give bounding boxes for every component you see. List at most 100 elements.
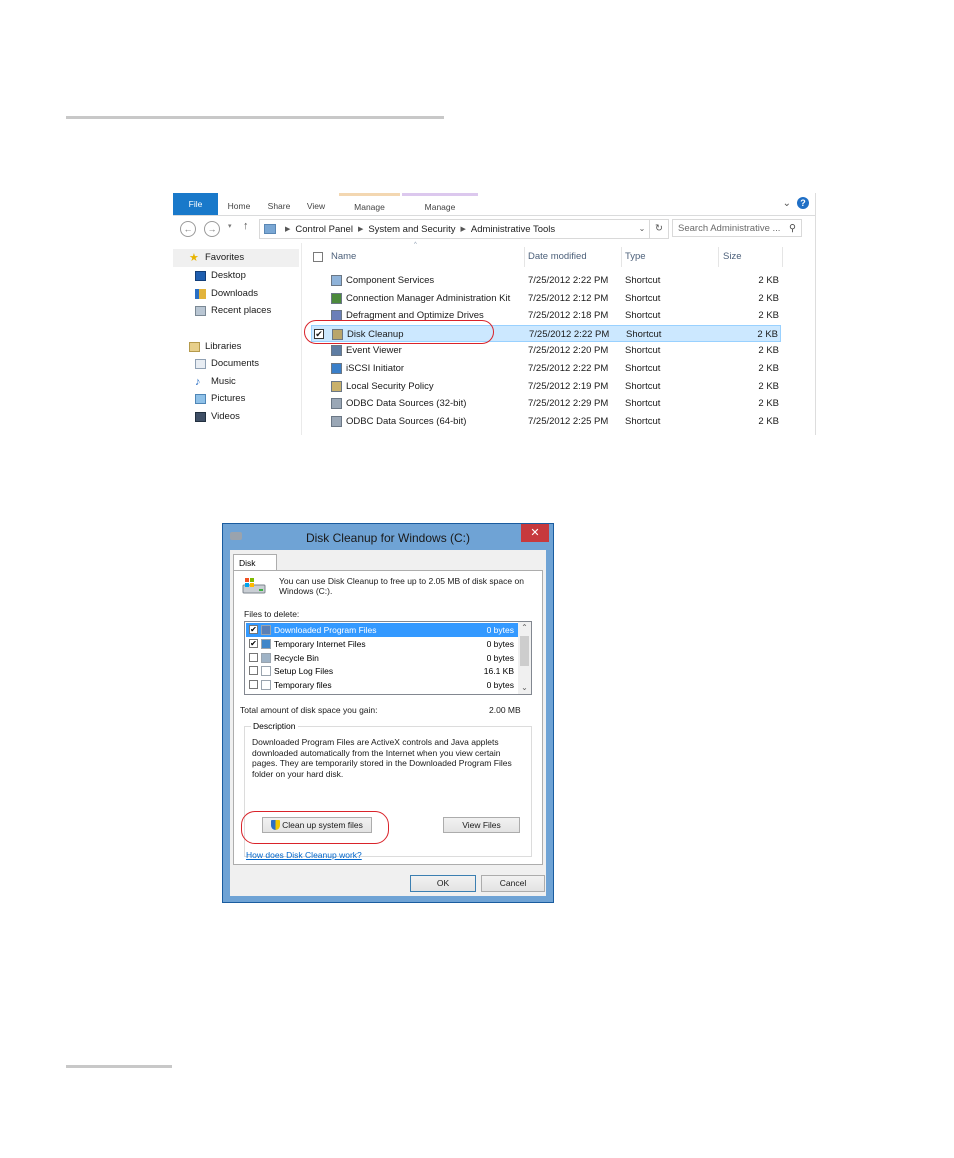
help-icon[interactable]: ? [797, 197, 809, 209]
cell-date: 7/25/2012 2:18 PM [528, 310, 609, 322]
file-category-name: Recycle Bin [274, 652, 319, 663]
file-checkbox[interactable] [249, 652, 258, 662]
file-row[interactable]: Component Services 7/25/2012 2:22 PM Short… [311, 272, 781, 289]
column-header-type[interactable]: Type [625, 249, 646, 265]
column-header-date[interactable]: Date modified [528, 249, 587, 265]
cell-date: 7/25/2012 2:29 PM [528, 398, 609, 410]
ok-button[interactable]: OK [410, 875, 476, 892]
close-button[interactable]: ✕ [521, 524, 549, 542]
tab-share[interactable]: Share [261, 193, 297, 215]
nav-downloads[interactable]: Downloads [195, 286, 258, 302]
cleanup-file-row[interactable]: Temporary files 0 bytes [246, 678, 518, 692]
tab-home[interactable]: Home [221, 193, 257, 215]
cell-size: 2 KB [758, 398, 779, 410]
tab-file[interactable]: File [173, 193, 218, 215]
chevron-down-icon[interactable]: ⌄ [783, 198, 791, 209]
nav-desktop[interactable]: Desktop [195, 268, 246, 284]
back-button[interactable]: ← [180, 221, 196, 237]
refresh-icon[interactable]: ↻ [649, 220, 668, 238]
file-row[interactable]: Connection Manager Administration Kit 7/2… [311, 290, 781, 307]
nav-label: Recent places [211, 305, 272, 316]
cancel-button[interactable]: Cancel [481, 875, 545, 892]
explorer-window: File Home Share View Manage Manage ⌄ ? ←… [173, 193, 816, 435]
cell-date: 7/25/2012 2:20 PM [528, 345, 609, 357]
breadcrumb-admin-tools[interactable]: Administrative Tools [471, 224, 555, 235]
cell-name: Component Services [346, 275, 435, 286]
file-category-name: Temporary files [274, 680, 332, 691]
address-bar-row: ← → ▾ ↑ ▶ Control Panel ▶ System and Sec… [173, 216, 815, 242]
address-dropdown-icon[interactable]: ⌄ [636, 220, 648, 238]
cell-type: Shortcut [625, 345, 661, 357]
file-category-name: Downloaded Program Files [274, 625, 377, 635]
nav-recent-places[interactable]: Recent places [195, 303, 271, 319]
file-type-icon [261, 625, 271, 635]
cell-type: Shortcut [625, 310, 661, 322]
recent-locations-icon[interactable]: ▾ [228, 222, 232, 230]
nav-documents[interactable]: Documents [195, 356, 259, 372]
intro-text: You can use Disk Cleanup to free up to 2… [279, 576, 524, 596]
tab-manage-shortcut[interactable]: Manage [339, 193, 400, 218]
file-type-icon [261, 638, 271, 649]
nav-label: Music [211, 376, 236, 387]
vertical-scrollbar[interactable]: ⌃ ⌄ [518, 622, 531, 694]
file-category-name: Temporary Internet Files [274, 638, 366, 649]
file-row[interactable]: Event Viewer 7/25/2012 2:20 PM Shortcut 2 K… [311, 342, 781, 359]
cell-type: Shortcut [625, 292, 661, 304]
cleanup-file-row[interactable]: ✔ Temporary Internet Files 0 bytes [246, 637, 518, 651]
scroll-thumb[interactable] [520, 636, 529, 666]
cell-date: 7/25/2012 2:22 PM [528, 275, 609, 286]
cell-size: 2 KB [758, 363, 779, 374]
tab-manage-app[interactable]: Manage [402, 193, 478, 218]
shortcut-icon [331, 380, 342, 392]
how-does-disk-cleanup-work-link[interactable]: How does Disk Cleanup work? [246, 850, 362, 860]
column-header-size[interactable]: Size [723, 249, 741, 265]
nav-videos[interactable]: Videos [195, 409, 240, 425]
file-checkbox[interactable] [249, 680, 258, 690]
files-to-delete-list[interactable]: ✔ Downloaded Program Files 0 bytes ✔ Tempora… [244, 621, 532, 695]
select-all-checkbox[interactable] [313, 252, 323, 262]
forward-button[interactable]: → [204, 221, 220, 237]
total-value: 2.00 MB [489, 705, 521, 715]
disk-cleanup-dialog: Disk Cleanup for Windows (C:) ✕ Disk Cle… [222, 523, 554, 903]
cleanup-file-row[interactable]: Recycle Bin 0 bytes [246, 651, 518, 665]
cleanup-highlight-oval [241, 811, 389, 844]
recent-places-icon [195, 306, 206, 316]
view-files-button[interactable]: View Files [443, 817, 520, 833]
nav-libraries[interactable]: Libraries [189, 339, 241, 355]
cleanup-file-row[interactable]: Setup Log Files 16.1 KB [246, 664, 518, 678]
nav-label: Downloads [211, 288, 258, 299]
sort-indicator-icon: ^ [414, 242, 417, 248]
file-checkbox[interactable]: ✔ [249, 625, 258, 634]
control-panel-icon [264, 224, 276, 234]
search-input[interactable]: Search Administrative ... ⚲ [672, 219, 802, 237]
nav-label: Favorites [205, 252, 245, 263]
scroll-up-icon[interactable]: ⌃ [518, 622, 531, 634]
file-row[interactable]: iSCSI Initiator 7/25/2012 2:22 PM Shortcut… [311, 360, 781, 377]
description-label: Description [251, 721, 298, 731]
cell-name: Local Security Policy [346, 380, 434, 392]
scroll-down-icon[interactable]: ⌄ [518, 682, 531, 694]
up-button[interactable]: ↑ [243, 220, 249, 232]
cell-size: 2 KB [758, 345, 779, 357]
breadcrumb-system-security[interactable]: System and Security [368, 224, 455, 235]
cleanup-file-row[interactable]: ✔ Downloaded Program Files 0 bytes [246, 623, 518, 637]
file-row[interactable]: Local Security Policy 7/25/2012 2:19 PM Sh… [311, 378, 781, 395]
column-divider [782, 247, 783, 267]
file-checkbox[interactable]: ✔ [249, 638, 258, 648]
nav-favorites[interactable]: ★ Favorites [189, 250, 244, 266]
address-bar[interactable]: ▶ Control Panel ▶ System and Security ▶ … [259, 219, 669, 239]
tab-view[interactable]: View [300, 193, 332, 215]
file-row[interactable]: ODBC Data Sources (64-bit) 7/25/2012 2:25… [311, 413, 781, 430]
shortcut-icon [331, 415, 342, 427]
column-header-name[interactable]: Name [331, 249, 356, 265]
file-row[interactable]: ODBC Data Sources (32-bit) 7/25/2012 2:29… [311, 395, 781, 412]
navigation-pane: ★ Favorites Desktop Downloads Recent pla… [173, 243, 302, 435]
description-text: Downloaded Program Files are ActiveX con… [252, 737, 512, 779]
nav-pictures[interactable]: Pictures [195, 391, 245, 407]
breadcrumb-control-panel[interactable]: Control Panel [295, 224, 353, 235]
file-category-size: 16.1 KB [483, 666, 514, 677]
nav-music[interactable]: ♪ Music [195, 374, 236, 390]
search-icon[interactable]: ⚲ [789, 220, 796, 238]
file-checkbox[interactable] [249, 666, 258, 676]
cell-size: 2 KB [758, 310, 779, 322]
